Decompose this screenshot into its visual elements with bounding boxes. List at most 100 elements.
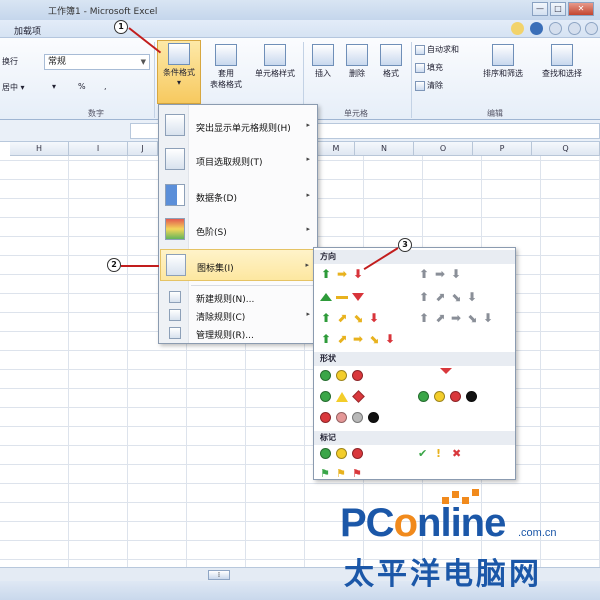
insert-cells-button[interactable]: 插入 bbox=[307, 42, 339, 102]
conditional-format-icon bbox=[168, 43, 190, 65]
format-icon bbox=[380, 44, 402, 66]
column-header-n[interactable]: N bbox=[355, 142, 414, 156]
menu-item-new-rule[interactable]: 新建规则(N)... bbox=[160, 289, 316, 305]
fill-button[interactable]: 填充 bbox=[415, 62, 443, 73]
icon-set-4-arrows-colored[interactable]: ⬆ ⬈ ⬊ ⬇ bbox=[320, 312, 400, 328]
help-bulb-icon[interactable] bbox=[511, 22, 524, 35]
icon-set-4-traffic-lights[interactable] bbox=[418, 391, 498, 407]
callout-marker-2: 2 bbox=[107, 258, 121, 272]
icon-set-3-traffic-lights[interactable] bbox=[320, 370, 380, 386]
conditional-format-button[interactable]: 条件格式 ▾ bbox=[157, 40, 201, 104]
icon-set-3-triangles[interactable] bbox=[320, 291, 380, 307]
new-rule-icon bbox=[169, 291, 181, 303]
icon-set-4-arrows-gray[interactable]: ⬆ ⬈ ⬊ ⬇ bbox=[418, 291, 498, 307]
icon-set-partial[interactable] bbox=[440, 366, 460, 382]
sort-filter-button[interactable]: 排序和筛选 bbox=[476, 42, 530, 102]
arrow-up-right-icon: ⬈ bbox=[434, 311, 446, 325]
arrow-down-icon: ⬇ bbox=[352, 267, 364, 281]
tab-addins[interactable]: 加载项 bbox=[14, 24, 41, 37]
arrow-up-icon: ⬆ bbox=[418, 290, 430, 304]
arrow-down-right-icon: ⬊ bbox=[352, 311, 364, 325]
menu-item-data-bars[interactable]: 数据条(D) ▸ bbox=[160, 181, 316, 211]
icon-set-5-arrows-gray[interactable]: ⬆ ⬈ ➡ ⬊ ⬇ bbox=[418, 312, 514, 328]
section-indicators: 标记 bbox=[314, 431, 515, 445]
pconline-watermark: PConline .com.cn 太平洋电脑网 bbox=[332, 489, 594, 592]
menu-item-highlight-rules[interactable]: 突出显示单元格规则(H) ▸ bbox=[160, 111, 316, 141]
icon-sets-submenu: 方向 ⬆ ➡ ⬇ ⬆ ➡ ⬇ ⬆ ⬈ ⬊ ⬇ ⬆ ⬈ ⬊ ⬇ ⬆ ⬈ ➡ ⬊ ⬇… bbox=[313, 247, 516, 480]
clear-rules-icon bbox=[169, 309, 181, 321]
column-header-p[interactable]: P bbox=[473, 142, 532, 156]
icon-set-3-flags[interactable]: ⚑ ⚑ ⚑ bbox=[320, 468, 380, 480]
manage-rules-icon bbox=[169, 327, 181, 339]
column-header-j[interactable]: J bbox=[128, 142, 158, 156]
arrow-right-icon: ➡ bbox=[352, 332, 364, 346]
comma-button[interactable]: , bbox=[104, 82, 107, 91]
logo-square bbox=[472, 489, 479, 496]
arrow-right-icon: ➡ bbox=[336, 267, 348, 281]
menu-item-top-bottom-rules[interactable]: 项目选取规则(T) ▸ bbox=[160, 145, 316, 175]
conditional-format-menu: 突出显示单元格规则(H) ▸ 项目选取规则(T) ▸ 数据条(D) ▸ 色阶(S… bbox=[158, 104, 318, 344]
icon-set-3-symbols[interactable]: ✔ ! ✖ bbox=[418, 448, 478, 464]
check-icon: ✔ bbox=[418, 447, 428, 460]
exclamation-icon: ! bbox=[436, 447, 442, 460]
ribbon-close-icon[interactable] bbox=[585, 22, 598, 35]
arrow-up-icon: ⬆ bbox=[320, 311, 332, 325]
scroll-thumb[interactable]: ⁞ bbox=[208, 570, 230, 580]
triangle-up-icon bbox=[320, 293, 332, 301]
column-header-m[interactable]: M bbox=[318, 142, 355, 156]
green-circle-icon bbox=[320, 391, 331, 402]
percent-button[interactable]: % bbox=[78, 82, 86, 91]
autosum-button[interactable]: 自动求和 bbox=[415, 44, 459, 55]
column-header-i[interactable]: I bbox=[69, 142, 128, 156]
yellow-exclaim-circle-icon bbox=[336, 448, 347, 459]
ribbon-minimize-icon[interactable] bbox=[549, 22, 562, 35]
delete-cells-button[interactable]: 删除 bbox=[341, 42, 373, 102]
icon-set-3-arrows-colored[interactable]: ⬆ ➡ ⬇ bbox=[320, 268, 380, 284]
menu-item-icon-sets[interactable]: 图标集(I) ▸ bbox=[160, 249, 316, 281]
format-cells-button[interactable]: 格式 bbox=[375, 42, 407, 102]
column-header-o[interactable]: O bbox=[414, 142, 473, 156]
x-mark-icon: ✖ bbox=[452, 447, 462, 460]
minimize-button[interactable]: — bbox=[532, 2, 548, 16]
table-format-icon bbox=[215, 44, 237, 66]
column-header-q[interactable]: Q bbox=[532, 142, 600, 156]
cell-styles-button[interactable]: 单元格样式 bbox=[250, 42, 300, 102]
icon-set-5-arrows-colored[interactable]: ⬆ ⬈ ➡ ⬊ ⬇ bbox=[320, 333, 416, 349]
currency-button[interactable]: ▾ bbox=[52, 82, 56, 91]
clear-button[interactable]: 清除 bbox=[415, 80, 443, 91]
gray-circle-icon bbox=[352, 412, 363, 423]
icon-set-3-arrows-gray[interactable]: ⬆ ➡ ⬇ bbox=[418, 268, 478, 284]
find-select-button[interactable]: 查找和选择 bbox=[534, 42, 590, 102]
merge-center-label[interactable]: 居中 ▾ bbox=[2, 82, 25, 93]
ribbon-restore-icon[interactable] bbox=[568, 22, 581, 35]
eraser-icon bbox=[415, 80, 425, 91]
pink-circle-icon bbox=[336, 412, 347, 423]
arrow-down-icon: ⬇ bbox=[482, 311, 494, 325]
number-group-label: 数字 bbox=[88, 109, 104, 118]
arrow-down-right-icon: ⬊ bbox=[450, 290, 462, 304]
triangle-down-icon bbox=[352, 293, 364, 301]
red-flag-icon: ⚑ bbox=[352, 467, 362, 480]
arrow-down-icon: ⬇ bbox=[450, 267, 462, 281]
title-bar: 工作簿1 - Microsoft Excel — □ ✕ bbox=[0, 0, 600, 20]
wrap-text-label[interactable]: 换行 bbox=[2, 56, 18, 67]
format-as-table-button[interactable]: 套用 表格格式 bbox=[204, 42, 248, 102]
icon-set-red-to-black[interactable] bbox=[320, 412, 400, 428]
green-circle-icon bbox=[418, 391, 429, 402]
callout-marker-1: 1 bbox=[114, 20, 128, 34]
close-button[interactable]: ✕ bbox=[568, 2, 594, 16]
help-icon[interactable] bbox=[530, 22, 543, 35]
icon-set-3-signs[interactable] bbox=[320, 390, 380, 407]
maximize-button[interactable]: □ bbox=[550, 2, 566, 16]
editing-group-label: 编辑 bbox=[487, 109, 503, 118]
icon-set-3-symbols-circled[interactable] bbox=[320, 448, 380, 464]
number-format-select[interactable]: 常规 ▼ bbox=[44, 54, 150, 70]
column-header-h[interactable]: H bbox=[10, 142, 69, 156]
group-divider bbox=[154, 42, 155, 118]
menu-item-color-scales[interactable]: 色阶(S) ▸ bbox=[160, 215, 316, 245]
arrow-down-right-icon: ⬊ bbox=[368, 332, 380, 346]
delete-icon bbox=[346, 44, 368, 66]
menu-item-clear-rules[interactable]: 清除规则(C) ▸ bbox=[160, 307, 316, 323]
logo-square bbox=[452, 491, 459, 498]
menu-item-manage-rules[interactable]: 管理规则(R)... bbox=[160, 325, 316, 341]
